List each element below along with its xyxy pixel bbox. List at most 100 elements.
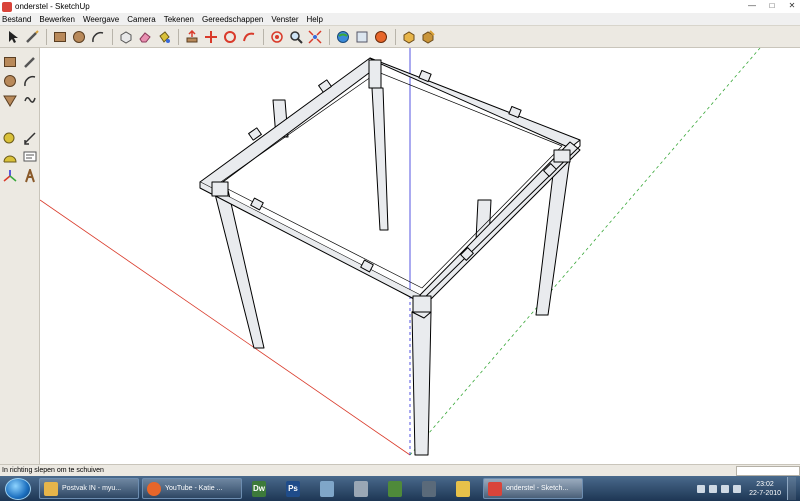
volume-icon[interactable] [721,484,730,493]
red-axis [40,199,411,456]
menu-tekenen[interactable]: Tekenen [164,15,194,24]
follow-me-icon[interactable] [240,28,258,46]
orbit-icon[interactable] [268,28,286,46]
circle-icon[interactable] [70,28,88,46]
line-icon[interactable] [23,28,41,46]
maximize-icon[interactable]: □ [766,1,778,10]
taskbar-pinned-app5[interactable] [449,478,477,499]
dimension-icon[interactable] [20,128,40,147]
table-frame-model [199,57,581,456]
toolbar-separator [178,28,179,45]
rail-right-back [369,57,581,149]
rectangle-icon[interactable] [51,28,69,46]
power-icon[interactable] [733,484,742,493]
sketchup-icon [488,481,502,496]
main-toolbar [0,25,800,48]
eraser-icon[interactable] [136,28,154,46]
clock-date: 22-7-2010 [749,489,781,497]
leg-back [371,87,389,231]
line-icon[interactable] [20,52,40,71]
menu-camera[interactable]: Camera [127,15,155,24]
flag-icon[interactable] [697,484,706,493]
polygon-icon[interactable] [0,90,20,109]
corner-block-back [368,59,382,89]
sketchup-logo-icon [2,1,12,12]
dreamweaver-icon: Dw [252,480,266,497]
corner-block-left [211,181,229,197]
taskbar-item-sketchup[interactable]: onderstel - Sketch... [483,478,583,499]
toolbar-separator [395,28,396,45]
taskbar-pinned-photoshop[interactable]: Ps [279,478,307,499]
zoom-extents-icon[interactable] [306,28,324,46]
rotate-icon[interactable] [221,28,239,46]
taskbar-pinned-dreamweaver[interactable]: Dw [245,478,273,499]
get-models-icon[interactable] [334,28,352,46]
printer-icon [354,480,368,497]
arc-icon[interactable] [20,71,40,90]
network-icon [320,480,334,497]
model-canvas[interactable] [40,48,800,464]
show-desktop-button[interactable] [787,477,796,500]
network-tray-icon[interactable] [709,484,718,493]
window-title: onderstel - SketchUp [15,2,90,11]
axes-icon[interactable] [0,166,20,185]
paint-bucket-icon[interactable] [155,28,173,46]
bracket [250,197,264,211]
minimize-icon[interactable]: — [746,1,758,10]
menu-gereedschappen[interactable]: Gereedschappen [202,15,263,24]
left-tool-palette [0,48,40,464]
corner-block-front [412,295,432,313]
clock[interactable]: 23:02 22-7-2010 [749,480,781,498]
menu-help[interactable]: Help [307,15,323,24]
drawing-viewport[interactable] [40,48,800,464]
circle-icon[interactable] [0,71,20,90]
taskbar-item-firefox[interactable]: YouTube - Katie ... [142,478,242,499]
camera-icon [422,480,436,497]
status-bar: In richting slepen om te schuiven [0,464,800,476]
system-tray: 23:02 22-7-2010 [697,476,800,501]
toolbar-separator [112,28,113,45]
arc-icon[interactable] [89,28,107,46]
outlook-icon [44,481,58,496]
move-icon[interactable] [202,28,220,46]
tape-measure-icon[interactable] [0,128,20,147]
menu-bestand[interactable]: Bestand [2,15,31,24]
push-pull-icon[interactable] [183,28,201,46]
rail-left-back [199,57,382,191]
protractor-icon[interactable] [0,147,20,166]
make-component-icon[interactable] [117,28,135,46]
taskbar-item-outlook[interactable]: Postvak IN - myu... [39,478,139,499]
clock-time: 23:02 [756,480,774,488]
sketchup-window: onderstel - SketchUp — □ ✕ Bestand Bewer… [0,0,800,501]
close-icon[interactable]: ✕ [786,1,798,10]
3d-text-icon[interactable] [20,166,40,185]
menu-venster[interactable]: Venster [271,15,298,24]
zoom-icon[interactable] [287,28,305,46]
leg-front [411,311,432,456]
taskbar-pinned-app2[interactable] [347,478,375,499]
toolbar-separator [46,28,47,45]
taskbar-pinned-app1[interactable] [313,478,341,499]
freehand-icon[interactable] [20,90,40,109]
share-model-icon[interactable] [353,28,371,46]
measurements-box[interactable] [736,466,800,476]
start-button[interactable] [5,477,31,500]
folder-icon [456,480,470,497]
menu-bewerken[interactable]: Bewerken [39,15,75,24]
window-controls: — □ ✕ [746,1,798,10]
toolbar-separator [263,28,264,45]
google-earth-icon[interactable] [372,28,390,46]
dynamic-component-icon[interactable] [419,28,437,46]
menu-weergave[interactable]: Weergave [83,15,119,24]
taskbar-pinned-app3[interactable] [381,478,409,499]
text-icon[interactable] [20,147,40,166]
component-icon[interactable] [400,28,418,46]
rectangle-icon[interactable] [0,52,20,71]
spreadsheet-icon [388,480,402,497]
corner-block-right [553,149,571,163]
taskbar-pinned-app4[interactable] [415,478,443,499]
photoshop-icon: Ps [286,480,300,497]
select-icon[interactable] [4,28,22,46]
menu-bar: Bestand Bewerken Weergave Camera Tekenen… [0,13,800,25]
toolbar-separator [329,28,330,45]
